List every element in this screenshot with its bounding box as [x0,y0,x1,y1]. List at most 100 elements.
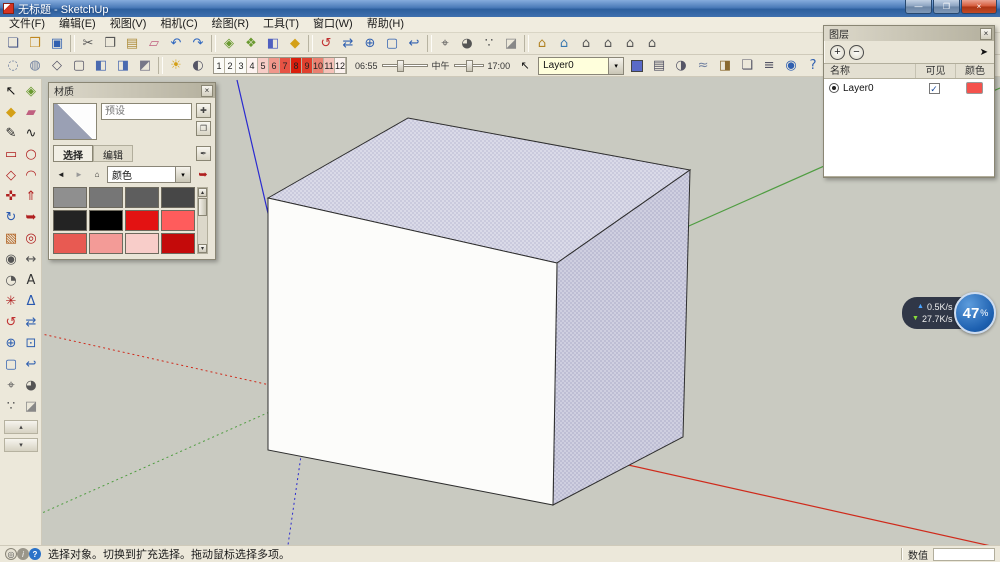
shaded-style-icon[interactable]: ◧ [90,56,112,76]
wireframe-style-icon[interactable]: ◇ [46,56,68,76]
new-file-icon[interactable]: ❏ [2,34,24,54]
textured-style-icon[interactable]: ◨ [112,56,134,76]
push-pull-tool-icon[interactable]: ⇑ [21,186,41,207]
shadow-date-slider-thumb[interactable] [466,60,473,72]
menu-item[interactable]: 文件(F) [2,17,52,32]
orbit-tool-icon[interactable]: ↺ [1,312,21,333]
paste-icon[interactable]: ▤ [121,34,143,54]
layer-row[interactable]: Layer0 ✓ [824,79,994,97]
make-component-tool-icon[interactable]: ◈ [21,81,41,102]
eraser-tool-icon[interactable]: ▰ [21,102,41,123]
scene-tab[interactable]: 9 [302,58,313,73]
shadows-icon[interactable]: ◑ [670,56,692,76]
scene-tab[interactable]: 2 [225,58,236,73]
secondary-pane-icon[interactable]: ❐ [196,121,211,136]
hidden-line-style-icon[interactable]: ▢ [68,56,90,76]
axes-tool-icon[interactable]: ✳ [1,291,21,312]
materials-panel-close-icon[interactable]: × [201,85,213,97]
color-swatch[interactable] [53,233,87,254]
scene-tab[interactable]: 5 [258,58,269,73]
color-swatch[interactable] [125,233,159,254]
color-swatch[interactable] [53,210,87,231]
add-layer-icon[interactable]: + [830,45,845,60]
color-swatch[interactable] [89,233,123,254]
delete-layer-icon[interactable]: − [849,45,864,60]
pan-tool-icon[interactable]: ⇄ [21,312,41,333]
instructor-icon[interactable]: ? [802,56,824,76]
tab-select[interactable]: 选择 [53,145,93,162]
model-info-icon[interactable]: ◉ [780,56,802,76]
back-edges-style-icon[interactable]: ◍ [24,56,46,76]
iso-view-icon[interactable]: ⌂ [531,34,553,54]
minimize-button[interactable]: — [905,0,932,14]
undo-icon[interactable]: ↶ [165,34,187,54]
swatch-scrollbar[interactable]: ▴ ▾ [197,187,208,254]
tape-measure-tool-icon[interactable]: ◉ [1,249,21,270]
save-icon[interactable]: ▣ [46,34,68,54]
menu-item[interactable]: 编辑(E) [52,17,103,32]
make-group-icon[interactable]: ❖ [240,34,262,54]
circle-tool-icon[interactable]: ○ [21,144,41,165]
component-library-icon[interactable]: ◧ [262,34,284,54]
look-around-icon[interactable]: ◕ [456,34,478,54]
color-swatch[interactable] [161,210,195,231]
position-camera-icon[interactable]: ⌖ [434,34,456,54]
shadow-time-slider-thumb[interactable] [397,60,404,72]
text-tool-icon[interactable]: A [21,270,41,291]
protractor-tool-icon[interactable]: ◔ [1,270,21,291]
paint-bucket-tool-icon[interactable]: ◆ [1,102,21,123]
scroll-up-icon[interactable]: ▴ [198,188,207,197]
look-around-tool-icon[interactable]: ◕ [21,375,41,396]
tool-palette-scroll-up[interactable]: ▴ [4,420,38,434]
previous-view-icon[interactable]: ↩ [403,34,425,54]
layer-color-swatch[interactable] [966,82,983,94]
create-material-icon[interactable]: ✚ [196,103,211,118]
menu-item[interactable]: 帮助(H) [360,17,411,32]
scene-tab[interactable]: 11 [324,58,335,73]
layer-visible-checkbox[interactable]: ✓ [929,83,940,94]
pan-icon[interactable]: ⇄ [337,34,359,54]
zoom-window-tool-icon[interactable]: ⊡ [21,333,41,354]
zoom-extents-icon[interactable]: ▢ [381,34,403,54]
collection-dropdown-icon[interactable]: ▾ [175,167,190,182]
paint-bucket-icon[interactable]: ◆ [284,34,306,54]
freehand-tool-icon[interactable]: ∿ [21,123,41,144]
back-view-icon[interactable]: ⌂ [619,34,641,54]
layer-select[interactable]: Layer0 ▾ [538,57,624,75]
zoom-icon[interactable]: ⊕ [359,34,381,54]
color-swatch[interactable] [161,187,195,208]
follow-me-tool-icon[interactable]: ➥ [21,207,41,228]
walk-tool-icon[interactable]: ∵ [1,396,21,417]
color-swatch[interactable] [89,187,123,208]
layers-panel-titlebar[interactable]: 图层 × [824,26,994,41]
cursor-icon[interactable]: ↖ [514,56,536,76]
layer-manager-icon[interactable]: ▤ [648,56,670,76]
position-camera-tool-icon[interactable]: ⌖ [1,375,21,396]
eyedropper-icon[interactable]: ✒ [196,146,211,161]
tab-edit[interactable]: 编辑 [93,145,133,162]
current-layer-radio[interactable] [829,83,839,93]
scene-tab[interactable]: 12 [335,58,346,73]
column-header-name[interactable]: 名称 [824,64,916,78]
zoom-tool-icon[interactable]: ⊕ [1,333,21,354]
top-view-icon[interactable]: ⌂ [553,34,575,54]
erase-icon[interactable]: ▱ [143,34,165,54]
menu-item[interactable]: 视图(V) [103,17,154,32]
open-file-icon[interactable]: ❒ [24,34,46,54]
previous-view-tool-icon[interactable]: ↩ [21,354,41,375]
arc-tool-icon[interactable]: ◠ [21,165,41,186]
scroll-down-icon[interactable]: ▾ [198,244,207,253]
polygon-tool-icon[interactable]: ◇ [1,165,21,186]
geolocation-icon[interactable]: ◎ [5,548,17,560]
measurement-input[interactable] [933,548,995,561]
rotate-tool-icon[interactable]: ↻ [1,207,21,228]
shadow-time-slider[interactable] [382,64,428,67]
menu-item[interactable]: 绘图(R) [205,17,256,32]
color-swatch[interactable] [125,210,159,231]
shadow-dialog-icon[interactable]: ☀ [165,56,187,76]
color-swatch[interactable] [125,187,159,208]
layer-select-dropdown-icon[interactable]: ▾ [608,58,623,74]
home-icon[interactable]: ⌂ [89,167,105,182]
memory-percent-badge[interactable]: 47 % [954,292,996,334]
move-tool-icon[interactable]: ✜ [1,186,21,207]
